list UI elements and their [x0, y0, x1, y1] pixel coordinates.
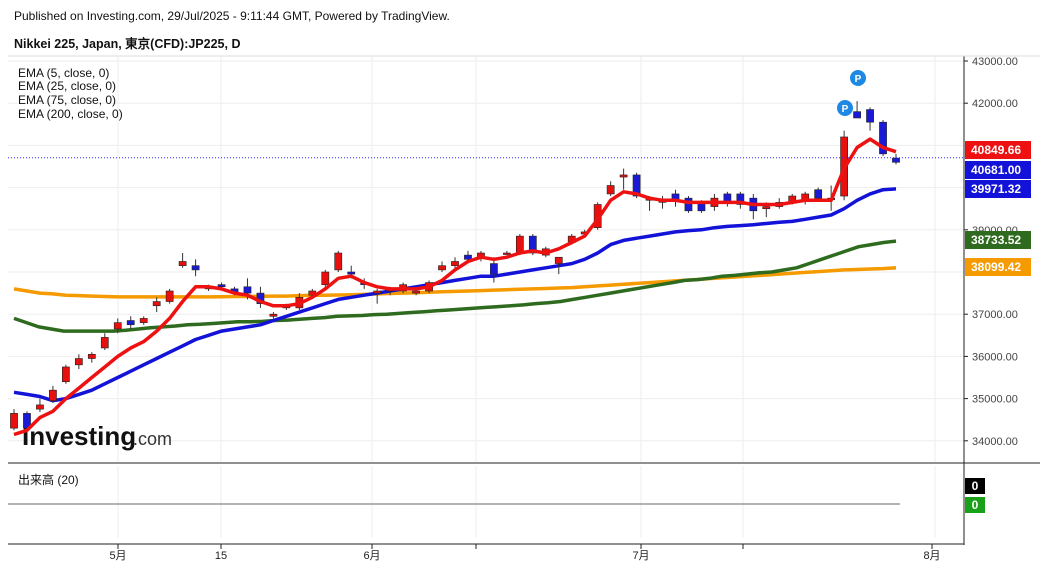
- candle: [490, 263, 498, 275]
- x-tick-label: 6月: [363, 550, 380, 562]
- candle: [554, 256, 563, 264]
- candle: [853, 111, 861, 119]
- p-marker-label: P: [855, 74, 862, 85]
- candle: [74, 358, 83, 366]
- candle: [373, 290, 382, 294]
- volume-value: 0: [972, 479, 979, 493]
- candle: [438, 265, 446, 271]
- candle: [10, 413, 18, 429]
- x-tick-label: 7月: [632, 550, 649, 562]
- ema75-line: [13, 239, 897, 333]
- y-tick-label: 42000.00: [972, 98, 1018, 110]
- legend-ema5: EMA (5, close, 0): [18, 66, 110, 80]
- candle: [87, 353, 96, 359]
- legend-ema25: EMA (25, close, 0): [18, 79, 117, 93]
- y-tick-label: 36000.00: [972, 351, 1018, 363]
- candle: [334, 252, 343, 271]
- y-tick-label: 43000.00: [972, 56, 1018, 68]
- candle: [113, 322, 122, 330]
- y-tick-label: 37000.00: [972, 309, 1018, 321]
- candle: [515, 235, 524, 254]
- p-marker-label: P: [842, 104, 849, 115]
- volume-label: 出来高 (20): [18, 473, 79, 487]
- candle: [36, 404, 44, 410]
- volume-value: 0: [972, 498, 979, 512]
- candle: [866, 109, 874, 123]
- candle: [464, 254, 472, 260]
- price-chart[interactable]: 43000.0042000.0039000.0037000.0036000.00…: [0, 0, 1040, 569]
- candle: [243, 286, 252, 294]
- candle: [152, 301, 161, 307]
- candle: [165, 290, 174, 302]
- legend-ema200: EMA (200, close, 0): [18, 107, 123, 121]
- candle: [178, 261, 187, 266]
- candle: [269, 313, 278, 317]
- investing-logo: Investing: [22, 421, 136, 451]
- candle: [100, 337, 109, 349]
- price-label: 38099.42: [971, 260, 1021, 274]
- candle: [606, 185, 615, 195]
- candle: [762, 206, 771, 209]
- candle: [684, 197, 693, 212]
- candle: [412, 290, 420, 294]
- candle: [49, 389, 57, 402]
- x-tick-label: 15: [215, 550, 227, 562]
- candle: [139, 318, 148, 323]
- candle: [619, 174, 628, 178]
- ema25-line: [13, 187, 897, 403]
- price-label: 38733.52: [971, 233, 1021, 247]
- candle: [503, 252, 511, 255]
- candle: [191, 265, 200, 271]
- x-tick-label: 5月: [109, 550, 126, 562]
- candle: [321, 271, 330, 285]
- price-label: 40849.66: [971, 143, 1021, 157]
- investing-logo-suffix: .com: [133, 429, 172, 449]
- candle: [347, 271, 356, 275]
- y-tick-label: 35000.00: [972, 394, 1018, 406]
- ema5-line: [13, 137, 897, 437]
- price-label: 40681.00: [971, 163, 1021, 177]
- y-tick-label: 34000.00: [972, 436, 1018, 448]
- candle: [62, 366, 70, 383]
- candle: [451, 261, 459, 266]
- x-tick-label: 8月: [923, 550, 940, 562]
- candle: [217, 284, 226, 288]
- candle: [814, 189, 823, 199]
- candle: [892, 157, 900, 163]
- candle: [126, 320, 135, 326]
- legend-ema75: EMA (75, close, 0): [18, 93, 117, 107]
- price-label: 39971.32: [971, 182, 1021, 196]
